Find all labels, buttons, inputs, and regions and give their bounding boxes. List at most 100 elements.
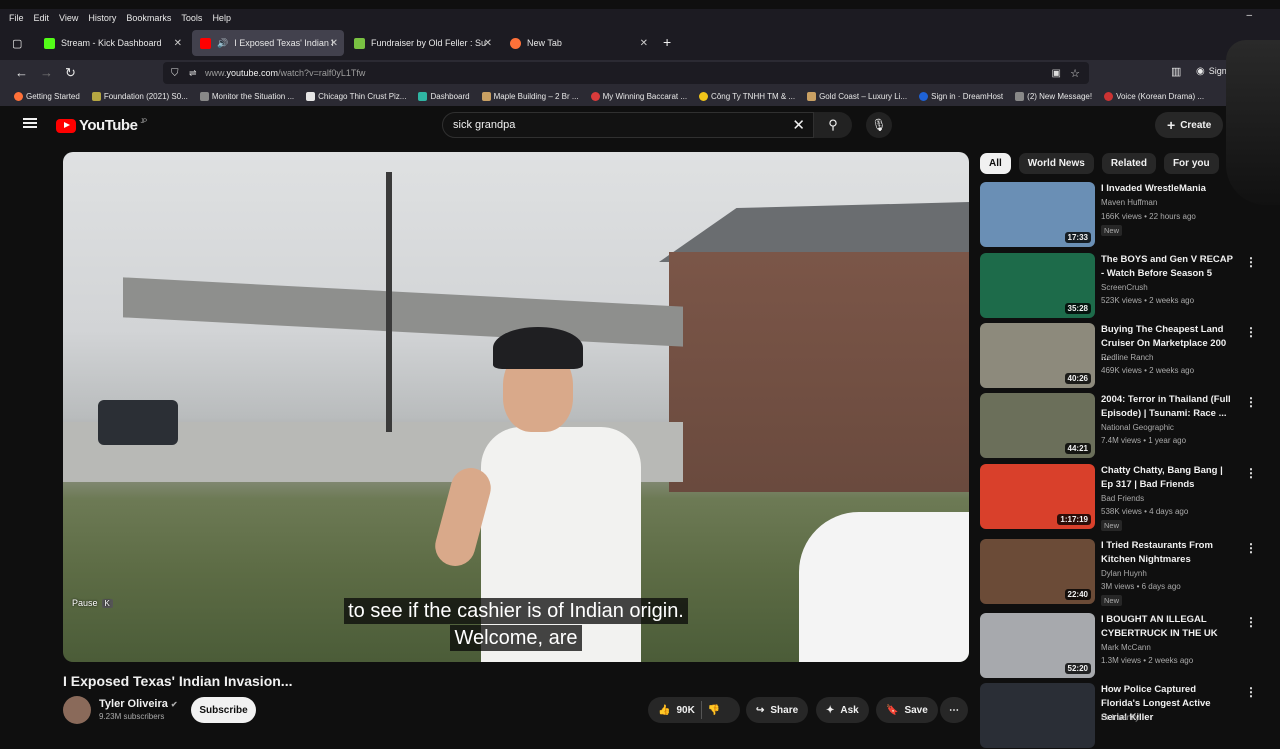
subscribe-button[interactable]: Subscribe: [191, 697, 256, 723]
video-thumbnail[interactable]: 52:20: [980, 613, 1095, 678]
new-tab-icon[interactable]: +: [663, 34, 671, 50]
sidebar-icon[interactable]: ▥: [1171, 65, 1181, 78]
recommended-channel[interactable]: Dr Insanity: [1101, 713, 1139, 722]
recommended-title[interactable]: 2004: Terror in Thailand (Full Episode) …: [1101, 393, 1233, 421]
recommended-video[interactable]: 52:20 I BOUGHT AN ILLEGAL CYBERTRUCK IN …: [980, 613, 1280, 679]
recommended-channel[interactable]: Maven Huffman: [1101, 198, 1157, 207]
close-tab-icon[interactable]: ✕: [484, 38, 492, 49]
bookmark-item[interactable]: Công Ty TNHH TM & ...: [699, 91, 795, 101]
search-button[interactable]: ⚲: [814, 112, 852, 138]
recommended-channel[interactable]: Redline Ranch: [1101, 353, 1153, 362]
address-bar[interactable]: ⛉ ⇌ www. youtube.com/watch?v=ralf0yL1Tfw …: [163, 62, 1089, 84]
video-thumbnail[interactable]: 17:33: [980, 182, 1095, 247]
recommended-video[interactable]: 40:26 Buying The Cheapest Land Cruiser O…: [980, 323, 1280, 389]
back-icon[interactable]: ←: [15, 65, 28, 80]
recommended-channel[interactable]: National Geographic: [1101, 423, 1174, 432]
bookmark-item[interactable]: Getting Started: [14, 91, 80, 101]
video-player[interactable]: Pause K to see if the cashier is of Indi…: [63, 152, 969, 662]
minimize-icon[interactable]: –: [1246, 10, 1252, 21]
bookmark-item[interactable]: Gold Coast – Luxury Li...: [807, 91, 907, 101]
more-options-icon[interactable]: ⋮: [1245, 685, 1257, 699]
recommended-title[interactable]: The BOYS and Gen V RECAP - Watch Before …: [1101, 253, 1233, 281]
speaker-icon[interactable]: 🔊: [217, 38, 228, 49]
recommended-channel[interactable]: Bad Friends: [1101, 494, 1144, 503]
more-options-icon[interactable]: ⋮: [1245, 395, 1257, 409]
menu-file[interactable]: File: [9, 13, 24, 23]
recommended-video[interactable]: 17:33 I Invaded WrestleMania Maven Huffm…: [980, 182, 1280, 248]
video-thumbnail[interactable]: [980, 683, 1095, 748]
bookmark-item[interactable]: Foundation (2021) S0...: [91, 91, 188, 101]
menu-edit[interactable]: Edit: [34, 13, 50, 23]
tab-fundraiser[interactable]: Fundraiser by Old Feller : Supp... ✕: [346, 30, 498, 56]
share-button[interactable]: ↪ Share: [746, 697, 809, 723]
recommended-channel[interactable]: Dylan Huynh: [1101, 569, 1147, 578]
bookmark-item[interactable]: Chicago Thin Crust Piz...: [306, 91, 406, 101]
close-tab-icon[interactable]: ✕: [174, 38, 182, 49]
bookmark-item[interactable]: Voice (Korean Drama) ...: [1104, 91, 1204, 101]
menu-help[interactable]: Help: [212, 13, 231, 23]
more-options-icon[interactable]: ⋮: [1245, 325, 1257, 339]
save-button[interactable]: 🔖 Save: [876, 697, 938, 723]
search-input[interactable]: sick grandpa ✕: [442, 112, 814, 138]
menu-view[interactable]: View: [59, 13, 78, 23]
chip-for-you[interactable]: For you: [1163, 153, 1219, 174]
region-code: JP: [140, 118, 147, 125]
clear-search-icon[interactable]: ✕: [792, 116, 805, 134]
voice-search-button[interactable]: 🎙: [866, 112, 892, 138]
video-thumbnail[interactable]: 1:17:19: [980, 464, 1095, 529]
bookmark-item[interactable]: (2) New Message!: [1015, 91, 1092, 101]
tab-new-tab[interactable]: New Tab ✕: [502, 30, 654, 56]
recommended-title[interactable]: I BOUGHT AN ILLEGAL CYBERTRUCK IN THE UK: [1101, 613, 1233, 641]
recommended-video[interactable]: 44:21 2004: Terror in Thailand (Full Epi…: [980, 393, 1280, 459]
chip-all[interactable]: All: [980, 153, 1011, 174]
video-thumbnail[interactable]: 22:40: [980, 539, 1095, 604]
bookmark-item[interactable]: Maple Building – 2 Br ...: [481, 91, 579, 101]
recommended-video[interactable]: 1:17:19 Chatty Chatty, Bang Bang | Ep 31…: [980, 464, 1280, 531]
reload-icon[interactable]: ↻: [65, 65, 76, 81]
tab-overview-icon[interactable]: ▢: [12, 37, 22, 50]
close-tab-icon[interactable]: ✕: [330, 38, 338, 49]
close-tab-icon[interactable]: ✕: [640, 38, 648, 49]
bookmark-item[interactable]: My Winning Baccarat ...: [590, 91, 687, 101]
recommended-title[interactable]: I Tried Restaurants From Kitchen Nightma…: [1101, 539, 1233, 567]
youtube-logo[interactable]: YouTube JP: [56, 117, 147, 134]
create-button[interactable]: + Create: [1155, 112, 1224, 138]
recommended-title[interactable]: Chatty Chatty, Bang Bang | Ep 317 | Bad …: [1101, 464, 1233, 492]
video-thumbnail[interactable]: 35:28: [980, 253, 1095, 318]
chip-related[interactable]: Related: [1101, 153, 1156, 174]
reader-view-icon[interactable]: ▣: [1052, 68, 1061, 79]
more-actions-button[interactable]: ⋯: [940, 697, 968, 723]
recommended-video[interactable]: 22:40 I Tried Restaurants From Kitchen N…: [980, 539, 1280, 606]
bookmark-favicon-icon: [418, 91, 428, 101]
more-options-icon[interactable]: ⋮: [1245, 466, 1257, 480]
recommended-video[interactable]: How Police Captured Florida's Longest Ac…: [980, 683, 1280, 749]
ask-button[interactable]: ✦ Ask: [816, 697, 869, 723]
tab-kick-dashboard[interactable]: Stream - Kick Dashboard ✕: [36, 30, 188, 56]
bookmark-item[interactable]: Sign in · DreamHost: [919, 91, 1003, 101]
channel-name[interactable]: Tyler Oliveira ✔: [99, 698, 178, 710]
tab-youtube-video[interactable]: 🔊 I Exposed Texas' Indian Inv... ✕: [192, 30, 344, 56]
bookmark-star-icon[interactable]: ☆: [1070, 67, 1080, 80]
video-thumbnail[interactable]: 40:26: [980, 323, 1095, 388]
more-options-icon[interactable]: ⋮: [1245, 541, 1257, 555]
menu-bookmarks[interactable]: Bookmarks: [126, 13, 171, 23]
menu-icon[interactable]: [23, 118, 37, 128]
more-options-icon[interactable]: ⋮: [1245, 615, 1257, 629]
recommended-title[interactable]: I Invaded WrestleMania: [1101, 182, 1233, 196]
recommended-channel[interactable]: Mark McCann: [1101, 643, 1151, 652]
bookmark-item[interactable]: Dashboard: [418, 91, 470, 101]
page-info-icon[interactable]: ⇌: [189, 68, 197, 79]
recommended-channel[interactable]: ScreenCrush: [1101, 283, 1148, 292]
menu-tools[interactable]: Tools: [181, 13, 202, 23]
menu-history[interactable]: History: [88, 13, 116, 23]
chip-world-news[interactable]: World News: [1018, 153, 1094, 174]
like-button[interactable]: 👍 90K: [658, 705, 695, 716]
more-options-icon[interactable]: ⋮: [1245, 255, 1257, 269]
shield-icon[interactable]: ⛉: [171, 68, 179, 79]
forward-icon[interactable]: →: [40, 65, 53, 80]
video-scene: [669, 252, 969, 492]
video-thumbnail[interactable]: 44:21: [980, 393, 1095, 458]
bookmark-item[interactable]: Monitor the Situation ...: [199, 91, 294, 101]
dislike-button[interactable]: 👎: [708, 705, 720, 716]
recommended-video[interactable]: 35:28 The BOYS and Gen V RECAP - Watch B…: [980, 253, 1280, 319]
